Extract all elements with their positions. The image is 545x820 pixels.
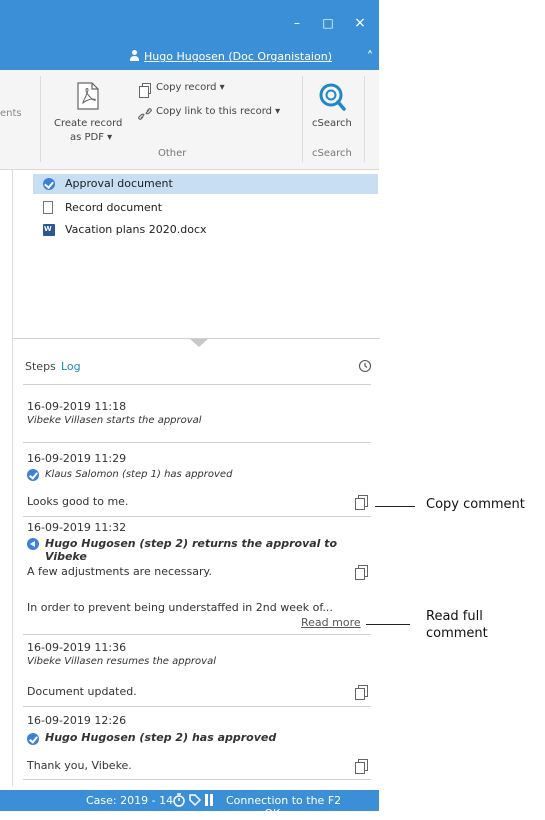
entry-actor: Klaus Salomon (step 1) has approved xyxy=(45,469,233,480)
status-bar: Case: 2019 - 14 Connection to the F2 ser… xyxy=(0,790,379,820)
group-label-csearch: cSearch xyxy=(312,148,352,159)
divider xyxy=(23,384,371,385)
create-pdf-button[interactable]: Create record as PDF ▾ xyxy=(46,80,136,150)
callout-read-full-line2: comment xyxy=(426,626,488,641)
entry-actor: Vibeke Villasen starts the approval xyxy=(27,415,202,426)
history-icon[interactable] xyxy=(358,359,372,373)
maximize-button[interactable]: □ xyxy=(318,14,338,32)
csearch-button[interactable]: cSearch xyxy=(306,80,360,138)
read-more-link[interactable]: Read more xyxy=(301,616,361,629)
csearch-label: cSearch xyxy=(312,118,352,129)
divider xyxy=(23,442,371,443)
tag-icon xyxy=(189,794,202,807)
ribbon-partial-label: ents xyxy=(0,108,22,119)
title-bar: – □ × Hugo Hugosen (Doc Organistaion) ˄ xyxy=(0,0,379,70)
list-item-label: Vacation plans 2020.docx xyxy=(65,223,207,236)
ribbon-divider xyxy=(40,76,41,162)
divider xyxy=(23,706,371,707)
timer-icon xyxy=(173,793,185,807)
entry-comment: In order to prevent being understaffed i… xyxy=(27,601,333,614)
entry-actor: Hugo Hugosen (step 2) has approved xyxy=(45,731,277,744)
copy-icon xyxy=(139,83,151,98)
collapse-arrow-icon[interactable] xyxy=(190,339,208,347)
entry-comment: Document updated. xyxy=(27,685,137,698)
pause-icon xyxy=(210,794,213,806)
copy-link-button[interactable]: Copy link to this record ▾ xyxy=(138,106,303,122)
page-icon xyxy=(43,201,53,214)
csearch-icon xyxy=(319,83,346,111)
person-icon xyxy=(130,50,139,61)
copy-comment-icon[interactable] xyxy=(355,759,368,774)
list-item-vacation-plans[interactable]: Vacation plans 2020.docx xyxy=(33,220,378,240)
collapse-ribbon-icon[interactable]: ˄ xyxy=(360,49,380,67)
pause-icon xyxy=(205,794,208,806)
connection-status: Connection to the F2 server OK xyxy=(226,794,342,820)
tab-log[interactable]: Log xyxy=(61,360,81,373)
user-name: Hugo Hugosen (Doc Organistaion) xyxy=(144,50,332,63)
entry-comment: Thank you, Vibeke. xyxy=(27,759,132,772)
entry-actor: Vibeke Villasen resumes the approval xyxy=(27,656,216,667)
callout-line xyxy=(375,506,415,507)
entry-timestamp: 16-09-2019 11:29 xyxy=(27,452,127,465)
link-icon xyxy=(138,108,152,120)
document-list: Approval document Record document Vacati… xyxy=(12,170,379,338)
copy-record-label: Copy record ▾ xyxy=(156,82,225,93)
pdf-icon xyxy=(77,82,99,110)
list-item-record-document[interactable]: Record document xyxy=(33,198,378,218)
entry-timestamp: 16-09-2019 11:18 xyxy=(27,400,127,413)
entry-timestamp: 16-09-2019 12:26 xyxy=(27,714,127,727)
case-label: Case: 2019 - 14 xyxy=(86,794,174,807)
entry-comment: Looks good to me. xyxy=(27,495,129,508)
approved-icon xyxy=(27,469,39,481)
approved-icon xyxy=(27,733,39,745)
callout-line xyxy=(366,624,410,625)
entry-timestamp: 16-09-2019 11:36 xyxy=(27,641,127,654)
ribbon-divider xyxy=(364,76,365,162)
callout-copy-comment: Copy comment xyxy=(426,497,525,512)
check-icon xyxy=(43,178,55,190)
steps-panel: Steps Log 16-09-2019 11:18 Vibeke Villas… xyxy=(12,338,380,786)
divider xyxy=(23,634,371,635)
close-button[interactable]: × xyxy=(350,14,370,32)
entry-comment: A few adjustments are necessary. xyxy=(27,565,212,578)
group-label-other: Other xyxy=(158,148,187,159)
copy-comment-icon[interactable] xyxy=(355,565,368,580)
word-icon xyxy=(43,224,55,236)
tab-steps[interactable]: Steps xyxy=(25,360,56,373)
ribbon: ents Create record as PDF ▾ Copy record … xyxy=(0,70,379,170)
list-item-approval-document[interactable]: Approval document xyxy=(33,174,378,194)
copy-comment-icon[interactable] xyxy=(355,495,368,510)
minimize-button[interactable]: – xyxy=(287,14,307,32)
callout-read-full-line1: Read full xyxy=(426,609,483,624)
copy-record-button[interactable]: Copy record ▾ xyxy=(138,82,298,98)
divider xyxy=(23,779,371,780)
list-item-label: Record document xyxy=(65,201,163,214)
copy-link-label: Copy link to this record ▾ xyxy=(156,106,281,117)
entry-actor: Hugo Hugosen (step 2) returns the approv… xyxy=(45,537,338,563)
ribbon-divider xyxy=(302,76,303,162)
copy-comment-icon[interactable] xyxy=(355,685,368,700)
divider xyxy=(23,516,371,517)
create-pdf-line1: Create record xyxy=(54,118,123,129)
entry-timestamp: 16-09-2019 11:32 xyxy=(27,521,127,534)
create-pdf-line2: as PDF ▾ xyxy=(70,132,113,143)
return-icon xyxy=(27,538,39,550)
list-item-label: Approval document xyxy=(65,177,173,190)
user-link[interactable]: Hugo Hugosen (Doc Organistaion) xyxy=(130,50,332,63)
